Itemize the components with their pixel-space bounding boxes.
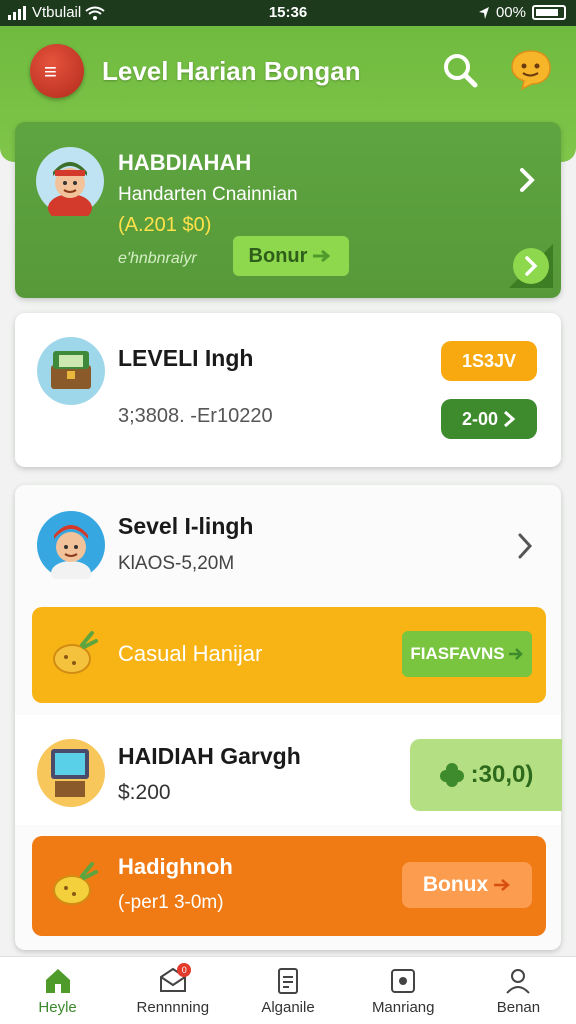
item-price: $:200 (118, 781, 171, 804)
bonux-button-label: Bonux (422, 873, 489, 896)
arrow-right-icon (494, 879, 511, 891)
person-icon (506, 969, 531, 994)
bonus-button[interactable]: Bonur (233, 236, 349, 276)
search-icon[interactable] (440, 50, 480, 90)
level-card[interactable]: LEVELI Ingh 3;3808. -Er10220 1S3JV 2-00 (15, 313, 561, 467)
featured-amount: (A.201 $0) (118, 214, 212, 236)
avatar (37, 511, 105, 579)
nav-label: Rennnning (136, 999, 210, 1016)
nav-item-home[interactable]: Heyle (0, 957, 115, 1024)
document-icon (278, 968, 298, 994)
featured-card[interactable]: HABDIAHAH Handarten Cnainnian (A.201 $0)… (15, 122, 561, 298)
chat-icon[interactable] (508, 46, 554, 92)
nav-item-manage[interactable]: Manriang (346, 957, 461, 1024)
item-title: HAIDIAH Garvgh (118, 743, 301, 769)
orange-row[interactable]: Hadighnoh (-per1 3-0m) Bonux (32, 836, 546, 936)
level-go-label: 2-00 (461, 408, 499, 429)
bottom-nav: Heyle 0 Rennnning Alganile Manriang Bena… (0, 956, 576, 1024)
arrow-right-icon (313, 249, 331, 263)
nav-item-messages[interactable]: 0 Rennnning (115, 957, 230, 1024)
nav-label: Alganile (261, 999, 315, 1016)
status-right: 00% (478, 4, 566, 21)
level-badge-button[interactable]: 1S3JV (441, 341, 537, 381)
avatar (36, 147, 104, 216)
home-icon (45, 969, 70, 993)
computer-icon (37, 739, 105, 807)
battery-percent: 00% (495, 4, 526, 21)
featured-name: HABDIAHAH (118, 150, 252, 175)
featured-note: e'hnbnraiyr (118, 250, 197, 267)
orange-title: Hadighnoh (118, 854, 233, 879)
level-badge-label: 1S3JV (461, 350, 517, 371)
nav-label: Heyle (38, 999, 77, 1016)
chevron-right-icon[interactable] (515, 531, 535, 561)
page-title: Level Harian Bongan (102, 56, 361, 86)
item-row[interactable]: HAIDIAH Garvgh $:200 :30,0) (15, 715, 562, 825)
level-title: LEVELI Ingh (118, 345, 254, 371)
arrow-right-icon (508, 648, 523, 660)
orange-subtitle: (-per1 3-0m) (118, 892, 224, 913)
notification-badge: 0 (177, 963, 192, 977)
chevron-right-icon[interactable] (515, 164, 539, 196)
level-group-card: Sevel I-lingh KlAOS-5,20M Casual Hanijar… (15, 485, 562, 950)
nav-item-documents[interactable]: Alganile (230, 957, 345, 1024)
bonux-button[interactable]: Bonux (402, 862, 532, 908)
green-amount-button[interactable]: :30,0) (410, 739, 562, 811)
status-bar: Vtbulail 15:36 00% (0, 0, 576, 26)
level-range: 3;3808. -Er10220 (118, 405, 273, 427)
corner-arrow-icon[interactable] (509, 244, 553, 288)
casual-button-label: FIASFAVNS (410, 644, 505, 663)
menu-icon: ≡ (44, 59, 57, 84)
square-icon (391, 969, 416, 993)
bonus-button-label: Bonur (248, 244, 308, 267)
pineapple-icon (53, 862, 98, 905)
menu-button[interactable]: ≡ (30, 44, 84, 98)
group-subtitle: KlAOS-5,20M (118, 553, 235, 574)
nav-label: Manriang (371, 999, 435, 1016)
location-icon (478, 6, 489, 19)
chevron-right-icon (504, 410, 516, 428)
green-amount-label: :30,0) (470, 761, 534, 788)
casual-button[interactable]: FIASFAVNS (402, 631, 532, 677)
casual-row[interactable]: Casual Hanijar FIASFAVNS (32, 607, 546, 703)
nav-label: Benan (496, 999, 541, 1016)
nav-item-profile[interactable]: Benan (461, 957, 576, 1024)
battery-icon (532, 5, 566, 20)
casual-label: Casual Hanijar (118, 641, 263, 666)
treasure-chest-icon (37, 337, 105, 405)
featured-subtitle: Handarten Cnainnian (118, 184, 298, 205)
level-go-button[interactable]: 2-00 (441, 399, 537, 439)
pineapple-icon (53, 631, 98, 674)
group-title: Sevel I-lingh (118, 513, 254, 539)
clover-icon (439, 763, 464, 787)
